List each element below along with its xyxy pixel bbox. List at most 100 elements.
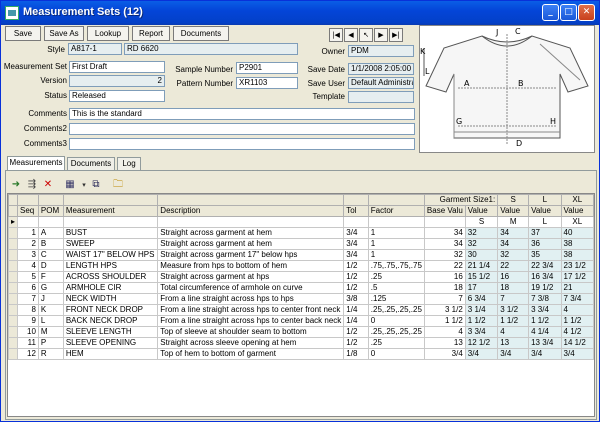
cell-tol[interactable]: 1/2 (343, 260, 369, 272)
cell-base[interactable]: 32 (423, 249, 466, 261)
cell-tol[interactable]: 1/2 (343, 337, 369, 349)
cell-factor[interactable]: 1 (367, 249, 425, 261)
cell-pom[interactable]: C (37, 249, 64, 261)
cell-m[interactable]: 32 (497, 249, 530, 261)
close-icon[interactable]: ✕ (578, 4, 595, 21)
table-row[interactable]: 9 L BACK NECK DROP From a line straight acr… (8, 315, 594, 327)
cell-desc[interactable]: Top of hem to bottom of garment (157, 348, 345, 360)
cell-xl[interactable]: 1 1/2 (560, 315, 594, 327)
cell-tol[interactable]: 3/8 (343, 293, 369, 305)
col-header-factor[interactable]: Factor (367, 205, 425, 217)
cell-xl[interactable]: 17 1/2 (560, 271, 594, 283)
cell-factor[interactable]: .5 (367, 282, 425, 294)
cell-factor[interactable]: .25 (367, 271, 425, 283)
tab-documents[interactable]: Documents (67, 157, 115, 170)
cell-base[interactable]: 4 (423, 326, 466, 338)
row-selector[interactable] (8, 260, 19, 272)
status-field[interactable]: Released (69, 90, 165, 102)
cell-pom[interactable]: B (37, 238, 64, 250)
style-desc-field[interactable]: RD 6620 (124, 43, 298, 55)
cell-tol[interactable]: 3/4 (343, 227, 369, 239)
row-selector[interactable] (8, 227, 19, 239)
comments-field[interactable]: This is the standard (69, 108, 415, 120)
cell-desc[interactable]: Straight across garment 17" below hps (157, 249, 345, 261)
row-selector[interactable] (8, 326, 19, 338)
cell-base[interactable]: 34 (423, 238, 466, 250)
cell-xl[interactable]: 4 (560, 304, 594, 316)
cell-m[interactable]: 34 (497, 227, 530, 239)
table-row[interactable]: 7 J NECK WIDTH From a line straight across … (8, 293, 594, 305)
row-selector[interactable] (8, 304, 19, 316)
cell-l[interactable]: 1 1/2 (528, 315, 562, 327)
cell-s[interactable]: 17 (464, 282, 499, 294)
cell-xl[interactable]: 14 1/2 (560, 337, 594, 349)
cell-pom[interactable]: J (37, 293, 64, 305)
pattern-number-field[interactable]: XR1103 (236, 77, 298, 89)
cell-tol[interactable]: 1/4 (343, 304, 369, 316)
cell-s[interactable]: 32 (464, 238, 499, 250)
next-record-icon[interactable]: ▶ (374, 28, 388, 42)
cell-desc[interactable]: From a line straight across hps to cente… (157, 315, 345, 327)
minimize-icon[interactable]: _ (542, 4, 559, 21)
cell-meas[interactable]: ARMHOLE CIR (62, 282, 159, 294)
cell-l[interactable]: 16 3/4 (528, 271, 562, 283)
cell-m[interactable]: 1 1/2 (497, 315, 530, 327)
cell-s[interactable]: 21 1/4 (464, 260, 499, 272)
cell-s[interactable]: 6 3/4 (464, 293, 499, 305)
col-header-base[interactable]: Base Valu (423, 205, 466, 217)
cell-seq[interactable]: 4 (17, 260, 39, 272)
cell-base[interactable]: 34 (423, 227, 466, 239)
cell-factor[interactable]: .125 (367, 293, 425, 305)
cell-tol[interactable]: 1/2 (343, 326, 369, 338)
table-row[interactable]: 2 B SWEEP Straight across garment at hem 3/4… (8, 238, 594, 250)
cell-factor[interactable]: .25,.25,.25,.25 (367, 304, 425, 316)
cell-meas[interactable]: SLEEVE LENGTH (62, 326, 159, 338)
cell-pom[interactable]: D (37, 260, 64, 272)
lookup-button[interactable]: Lookup (87, 26, 129, 41)
cell-pom[interactable]: L (37, 315, 64, 327)
cell-desc[interactable]: From a line straight across hps to hps (157, 293, 345, 305)
cell-xl[interactable]: 3/4 (560, 348, 594, 360)
cell-xl[interactable]: 21 (560, 282, 594, 294)
row-selector[interactable] (8, 315, 19, 327)
cell-seq[interactable]: 7 (17, 293, 39, 305)
cell-desc[interactable]: Straight across sleeve opening at hem (157, 337, 345, 349)
cell-l[interactable]: 3/4 (528, 348, 562, 360)
table-row[interactable]: 1 A BUST Straight across garment at hem 3/4 1… (8, 227, 594, 239)
save-button[interactable]: Save (5, 26, 41, 41)
cell-s[interactable]: 3 1/4 (464, 304, 499, 316)
table-row[interactable]: 12 R HEM Top of hem to bottom of garment 1/8… (8, 348, 594, 360)
row-selector[interactable] (8, 348, 19, 360)
cell-base[interactable]: 7 (423, 293, 466, 305)
col-header-measurement[interactable]: Measurement (62, 205, 159, 217)
col-header-value-m[interactable]: Value (497, 205, 530, 217)
cell-m[interactable]: 7 (497, 293, 530, 305)
cell-m[interactable]: 3/4 (497, 348, 530, 360)
cell-meas[interactable]: HEM (62, 348, 159, 360)
row-selector[interactable] (8, 238, 19, 250)
cell-s[interactable]: 3/4 (464, 348, 499, 360)
cell-m[interactable]: 4 (497, 326, 530, 338)
new-row[interactable]: ▸ S M L XL (8, 216, 594, 228)
cell-seq[interactable]: 1 (17, 227, 39, 239)
row-selector[interactable] (8, 337, 19, 349)
cell-meas[interactable]: BACK NECK DROP (62, 315, 159, 327)
cell-pom[interactable]: A (37, 227, 64, 239)
delete-row-icon[interactable]: ✕ (41, 178, 55, 192)
comments2-field[interactable] (69, 123, 415, 135)
cell-base[interactable]: 22 (423, 260, 466, 272)
measurement-set-field[interactable]: First Draft (69, 61, 165, 73)
cell-factor[interactable]: .25,.25,.25,.25 (367, 326, 425, 338)
insert-row-icon[interactable]: ➜ (9, 178, 23, 192)
cell-l[interactable]: 35 (528, 249, 562, 261)
copy-icon[interactable]: ⧉ (89, 178, 103, 192)
cell-base[interactable]: 1 1/2 (423, 315, 466, 327)
cell-l[interactable]: 7 3/8 (528, 293, 562, 305)
cell-seq[interactable]: 11 (17, 337, 39, 349)
cell-s[interactable]: 15 1/2 (464, 271, 499, 283)
cell-xl[interactable]: 7 3/4 (560, 293, 594, 305)
cell-tol[interactable]: 1/8 (343, 348, 369, 360)
col-header-seq[interactable]: Seq (17, 205, 39, 217)
measurements-grid[interactable]: Garment Size1: S L XL Seq POM Measuremen… (7, 193, 595, 417)
cell-m[interactable]: 13 (497, 337, 530, 349)
